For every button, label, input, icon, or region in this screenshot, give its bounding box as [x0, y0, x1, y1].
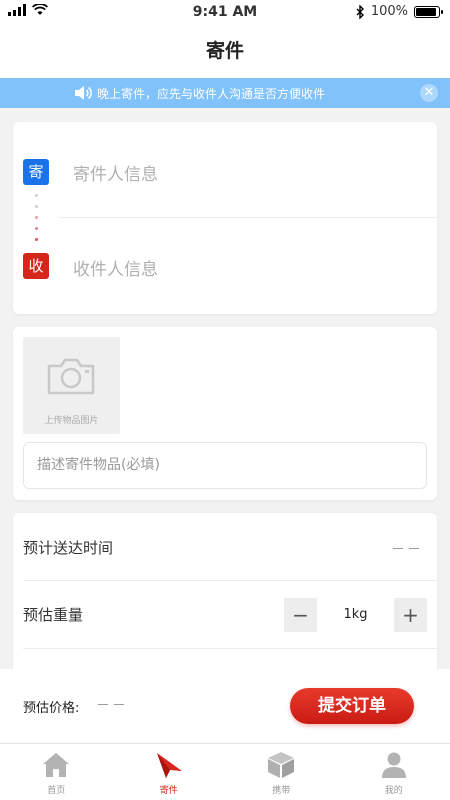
upload-photo-button[interactable]: 上传物品图片 [23, 337, 120, 434]
tab-send[interactable]: 寄件 [113, 744, 226, 800]
notice-banner: 晚上寄件，应先与收件人沟通是否方便收件 ✕ [0, 78, 450, 108]
estimated-price-label: 预估价格: [23, 701, 80, 716]
page-title: 寄件 [0, 24, 450, 78]
receiver-info-label: 收件人信息 [73, 260, 158, 280]
tab-profile[interactable]: 我的 [338, 744, 450, 800]
tab-carry[interactable]: 携带 [225, 744, 338, 800]
estimate-card: 预计送达时间 －－ 预估重量 − 1kg + [13, 513, 437, 683]
price-bar: 预估价格: －－ 提交订单 [0, 669, 450, 743]
send-icon [156, 753, 182, 778]
submit-order-button[interactable]: 提交订单 [290, 688, 414, 724]
tab-label: 首页 [47, 786, 66, 796]
receiver-info-row[interactable]: 收 收件人信息 [13, 218, 437, 314]
user-icon [381, 752, 406, 778]
tab-label: 携带 [272, 786, 291, 796]
notice-text: 晚上寄件，应先与收件人沟通是否方便收件 [97, 87, 326, 101]
delivery-time-value: －－ [391, 542, 423, 558]
weight-stepper: − 1kg + [284, 598, 427, 632]
bluetooth-icon [356, 4, 364, 19]
weight-label: 预估重量 [23, 606, 84, 624]
delivery-time-label: 预计送达时间 [23, 539, 114, 557]
receiver-tag: 收 [23, 253, 49, 279]
item-card: 上传物品图片 描述寄件物品(必填) [13, 327, 437, 500]
camera-icon [47, 358, 95, 395]
battery-icon [414, 5, 443, 18]
sender-tag: 寄 [23, 159, 49, 185]
battery-percent: 100% [370, 4, 408, 19]
close-icon[interactable]: ✕ [420, 84, 438, 102]
status-bar: 9:41 AM 100% [0, 0, 450, 24]
connector-dot [35, 194, 38, 197]
estimated-price-value: －－ [96, 698, 128, 714]
tab-home[interactable]: 首页 [0, 744, 113, 800]
address-card: 寄 寄件人信息 收 收件人信息 [13, 122, 437, 314]
status-right: 100% [356, 4, 443, 19]
row-divider [23, 648, 437, 649]
weight-minus-button[interactable]: − [284, 598, 317, 632]
home-icon [43, 753, 70, 777]
connector-dot [35, 205, 38, 208]
item-description-input[interactable]: 描述寄件物品(必填) [23, 442, 427, 489]
tab-label: 我的 [384, 786, 403, 796]
sender-info-row[interactable]: 寄 寄件人信息 [13, 122, 437, 218]
speaker-icon [75, 86, 92, 100]
weight-plus-button[interactable]: + [394, 598, 427, 632]
box-icon [268, 752, 295, 778]
tab-label: 寄件 [159, 786, 178, 796]
delivery-time-row[interactable]: 预计送达时间 －－ [13, 513, 437, 580]
upload-caption: 上传物品图片 [44, 416, 99, 426]
weight-value: 1kg [343, 607, 368, 622]
tab-bar: 首页 寄件 携带 我的 [0, 743, 450, 800]
sender-info-label: 寄件人信息 [73, 165, 158, 185]
